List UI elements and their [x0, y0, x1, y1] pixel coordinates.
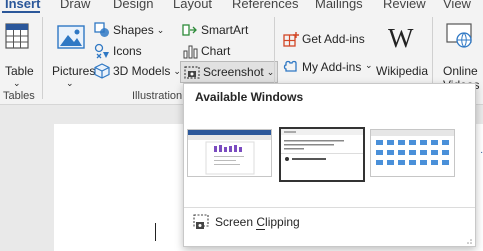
screenshot-button[interactable]: Screenshot ⌄ — [180, 61, 279, 83]
table-icon — [5, 23, 29, 49]
3d-models-label: 3D Models — [113, 64, 171, 78]
screenshot-icon — [184, 64, 200, 80]
table-label: Table — [5, 64, 34, 78]
pictures-button[interactable]: Pictures ⌄ — [50, 23, 95, 97]
table-chevron-down-icon: ⌄ — [13, 78, 21, 88]
window-thumbnail-1[interactable] — [187, 129, 272, 177]
3d-models-icon — [94, 63, 110, 79]
icons-icon — [94, 43, 110, 59]
group-label-tables: Tables — [3, 90, 35, 102]
wikipedia-button[interactable]: W Wikipedia — [372, 23, 428, 83]
tab-view[interactable]: View — [443, 0, 471, 11]
wikipedia-icon: W — [388, 23, 414, 53]
screenshot-dropdown: Available Windows Screen Clipping — [183, 83, 476, 247]
screen-clipping-label-prefix: Screen — [215, 215, 257, 229]
my-addins-icon — [283, 59, 299, 75]
shapes-icon — [94, 22, 110, 38]
available-windows-title: Available Windows — [195, 90, 304, 104]
smartart-icon — [182, 22, 198, 38]
pictures-icon — [57, 25, 85, 49]
my-addins-label: My Add-ins — [302, 60, 362, 74]
shapes-label: Shapes — [113, 23, 154, 37]
shapes-chevron-down-icon: ⌄ — [156, 24, 165, 35]
shapes-button[interactable]: Shapes ⌄ — [94, 21, 164, 39]
tab-mailings[interactable]: Mailings — [315, 0, 363, 11]
get-addins-button[interactable]: Get Add-ins — [283, 30, 365, 48]
tab-design[interactable]: Design — [113, 0, 153, 11]
icons-label: Icons — [113, 44, 142, 58]
icons-button[interactable]: Icons — [94, 42, 142, 60]
tab-review[interactable]: Review — [383, 0, 426, 11]
wikipedia-label: Wikipedia — [376, 64, 429, 78]
get-addins-label: Get Add-ins — [302, 32, 365, 46]
online-label: Online — [443, 64, 478, 78]
dropdown-separator — [184, 207, 475, 208]
resize-grip-icon[interactable] — [464, 236, 472, 244]
tab-draw[interactable]: Draw — [60, 0, 90, 11]
smartart-label: SmartArt — [201, 23, 249, 37]
table-button[interactable]: Table ⌄ — [3, 23, 34, 97]
screen-clipping-label: Screen Clipping — [215, 215, 300, 230]
screen-clipping-button[interactable]: Screen Clipping — [184, 210, 475, 236]
my-addins-button[interactable]: My Add-ins — [283, 58, 361, 76]
smartart-button[interactable]: SmartArt — [182, 21, 248, 39]
group-label-illustrations: Illustration — [132, 90, 183, 102]
screenshot-label: Screenshot — [203, 65, 264, 79]
text-cursor — [155, 223, 156, 241]
chart-label: Chart — [201, 44, 231, 58]
screen-clipping-label-rest: lipping — [265, 215, 300, 229]
pictures-label: Pictures — [52, 64, 96, 78]
tab-references[interactable]: References — [232, 0, 298, 11]
tab-insert[interactable]: Insert — [5, 0, 40, 11]
screen-clipping-accesskey: C — [256, 215, 266, 230]
ribbon-tab-strip: Insert Draw Design Layout References Mai… — [0, 0, 483, 13]
3d-models-button[interactable]: 3D Models ⌄ — [94, 62, 181, 80]
window-thumbnail-2[interactable] — [279, 127, 365, 182]
tab-layout[interactable]: Layout — [173, 0, 212, 11]
screen-clipping-icon — [193, 214, 209, 230]
online-video-icon — [446, 23, 474, 49]
chart-button[interactable]: Chart — [182, 42, 230, 60]
window-thumbnail-3[interactable] — [370, 129, 455, 177]
chart-icon — [182, 43, 198, 59]
get-addins-icon — [283, 31, 299, 47]
ribbon-separator — [42, 17, 43, 99]
pictures-chevron-down-icon: ⌄ — [66, 78, 74, 88]
